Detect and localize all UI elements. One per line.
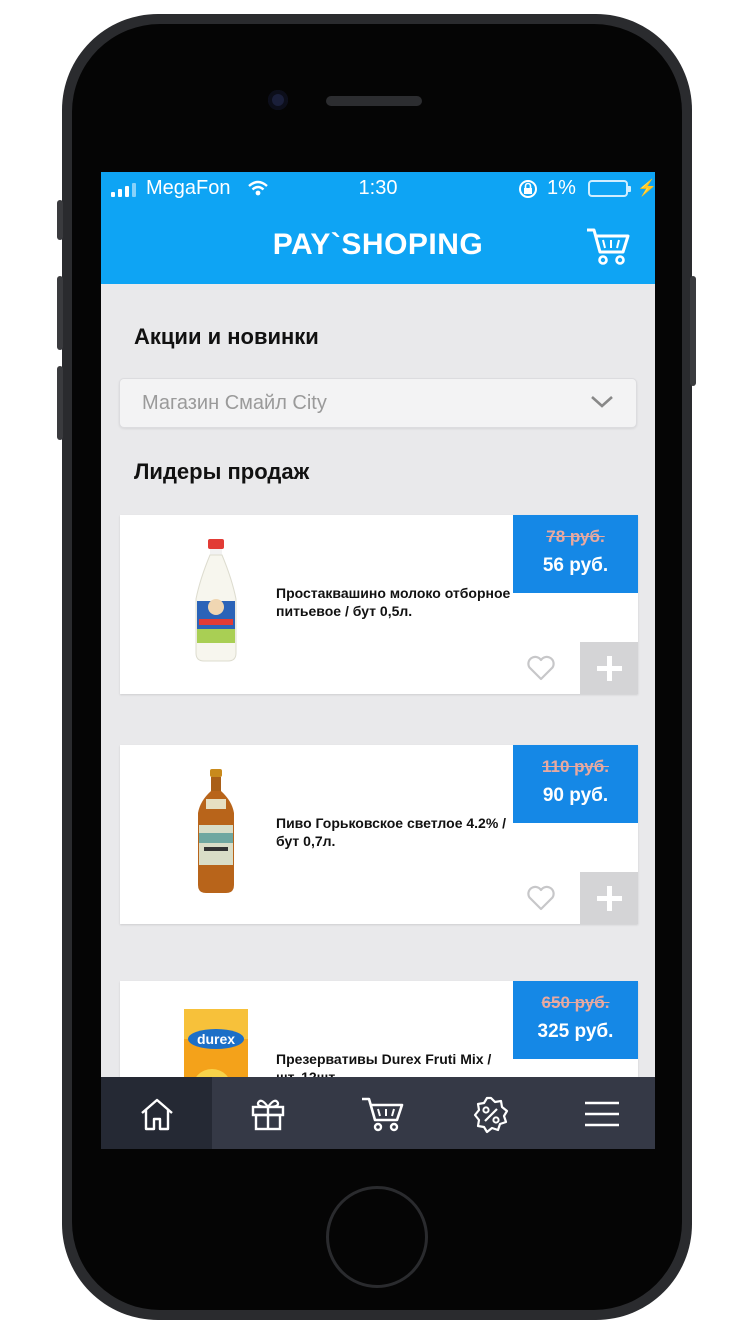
product-name: Пиво Горьковское светлое 4.2% / бут 0,7л…: [276, 815, 507, 849]
old-price: 78 руб.: [546, 527, 605, 546]
old-price: 110 руб.: [542, 757, 609, 776]
tab-cart[interactable]: [323, 1077, 434, 1149]
status-bar: MegaFon 1:30 1% ⚡: [101, 172, 655, 206]
heart-icon[interactable]: [526, 885, 556, 911]
cart-icon: [362, 1097, 404, 1132]
front-camera: [268, 90, 288, 110]
menu-icon: [585, 1101, 619, 1127]
power-button: [690, 276, 696, 386]
earpiece-speaker: [326, 96, 422, 106]
product-name: Простаквашино молоко отборное питьевое /…: [276, 585, 511, 619]
cart-icon[interactable]: [585, 226, 631, 266]
bottom-tab-bar: [101, 1077, 655, 1149]
price-badge: 78 руб. 56 руб.: [513, 515, 638, 593]
product-card[interactable]: Пиво Горьковское светлое 4.2% / бут 0,7л…: [120, 745, 638, 924]
price-badge: 650 руб. 325 руб.: [513, 981, 638, 1059]
tab-gifts[interactable]: [212, 1077, 323, 1149]
add-to-cart-button[interactable]: [580, 872, 638, 924]
tab-menu[interactable]: [545, 1077, 655, 1149]
app-screen: MegaFon 1:30 1% ⚡ PAY`SHOPING Акции и но…: [101, 172, 655, 1149]
add-to-cart-button[interactable]: [580, 642, 638, 694]
app-header: PAY`SHOPING: [101, 206, 655, 284]
tab-home[interactable]: [101, 1077, 212, 1149]
volume-up-button: [57, 276, 63, 350]
app-title: PAY`SHOPING: [272, 228, 484, 261]
rotation-lock-icon: [519, 180, 537, 198]
beer-bottle-image: [198, 769, 234, 893]
mute-switch: [57, 200, 63, 240]
tab-discounts[interactable]: [434, 1077, 545, 1149]
product-card[interactable]: Простаквашино молоко отборное питьевое /…: [120, 515, 638, 694]
gift-icon: [251, 1099, 285, 1131]
new-price: 90 руб.: [542, 785, 609, 806]
price-badge: 110 руб. 90 руб.: [513, 745, 638, 823]
volume-down-button: [57, 366, 63, 440]
home-icon: [141, 1098, 173, 1131]
heart-icon[interactable]: [526, 655, 556, 681]
charging-icon: ⚡: [637, 180, 655, 197]
battery-percent: 1%: [547, 177, 576, 199]
battery-icon: [588, 180, 631, 197]
new-price: 325 руб.: [537, 1021, 614, 1042]
milk-bottle-image: [195, 539, 237, 662]
svg-text:durex: durex: [197, 1031, 235, 1047]
discount-icon: [473, 1096, 509, 1134]
store-select-value: Магазин Смайл City: [142, 392, 327, 414]
new-price: 56 руб.: [542, 555, 609, 576]
old-price: 650 руб.: [541, 993, 610, 1012]
home-button: [326, 1186, 428, 1288]
promos-title: Акции и новинки: [134, 324, 319, 349]
chevron-down-icon: [591, 396, 613, 408]
store-select[interactable]: Магазин Смайл City: [119, 378, 637, 428]
bestsellers-title: Лидеры продаж: [134, 459, 310, 484]
